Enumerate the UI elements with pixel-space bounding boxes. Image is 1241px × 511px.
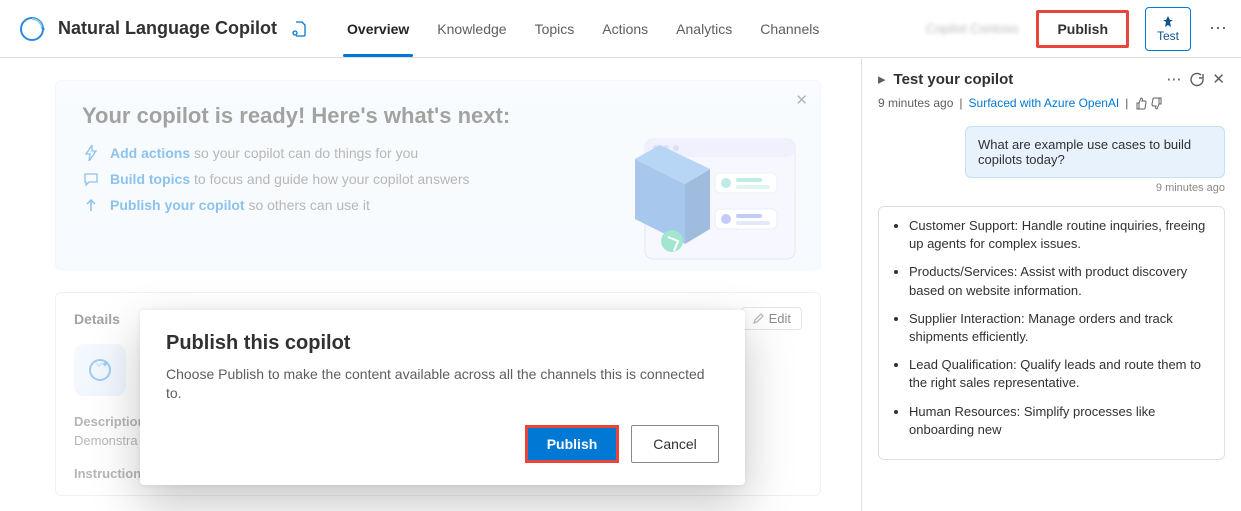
pin-icon bbox=[1161, 15, 1175, 29]
refresh-icon[interactable] bbox=[1189, 72, 1204, 87]
thumbs-up-icon[interactable] bbox=[1134, 97, 1147, 110]
bot-item: Products/Services: Assist with product d… bbox=[909, 263, 1214, 299]
modal-text: Choose Publish to make the content avail… bbox=[166, 365, 719, 403]
thumbs-down-icon[interactable] bbox=[1151, 97, 1164, 110]
test-button-label: Test bbox=[1157, 29, 1179, 43]
app-logo-icon bbox=[18, 15, 46, 43]
publish-button[interactable]: Publish bbox=[1036, 10, 1129, 48]
tab-overview[interactable]: Overview bbox=[333, 0, 423, 57]
tab-knowledge[interactable]: Knowledge bbox=[423, 0, 520, 57]
test-panel: ▸ Test your copilot ⋯ ✕ 9 minutes ago | … bbox=[861, 58, 1241, 511]
modal-cancel-button[interactable]: Cancel bbox=[631, 425, 719, 463]
share-icon[interactable] bbox=[291, 21, 307, 37]
caret-right-icon[interactable]: ▸ bbox=[878, 70, 886, 88]
bot-item: Customer Support: Handle routine inquiri… bbox=[909, 217, 1214, 253]
user-message: What are example use cases to build copi… bbox=[965, 126, 1225, 178]
publish-highlight: Publish bbox=[525, 425, 619, 463]
bot-message: Customer Support: Handle routine inquiri… bbox=[878, 206, 1225, 460]
tab-actions[interactable]: Actions bbox=[588, 0, 662, 57]
modal-publish-button[interactable]: Publish bbox=[528, 428, 616, 460]
app-title: Natural Language Copilot bbox=[58, 18, 277, 39]
bot-item: Human Resources: Simplify processes like… bbox=[909, 403, 1214, 439]
more-icon[interactable]: ⋯ bbox=[1166, 70, 1181, 88]
reply-timestamp: 9 minutes ago bbox=[878, 182, 1225, 194]
source-link[interactable]: Surfaced with Azure OpenAI bbox=[969, 96, 1120, 110]
message-meta: 9 minutes ago | Surfaced with Azure Open… bbox=[878, 96, 1225, 110]
test-panel-title: Test your copilot bbox=[894, 71, 1159, 88]
environment-label: Copilot Contoso bbox=[926, 21, 1019, 36]
nav-tabs: Overview Knowledge Topics Actions Analyt… bbox=[333, 0, 833, 57]
overflow-icon[interactable]: ⋯ bbox=[1209, 18, 1227, 39]
tab-topics[interactable]: Topics bbox=[521, 0, 589, 57]
tab-analytics[interactable]: Analytics bbox=[662, 0, 746, 57]
test-button[interactable]: Test bbox=[1145, 7, 1191, 51]
publish-modal: Publish this copilot Choose Publish to m… bbox=[140, 310, 745, 485]
tab-channels[interactable]: Channels bbox=[746, 0, 833, 57]
top-bar: Natural Language Copilot Overview Knowle… bbox=[0, 0, 1241, 58]
bot-item: Supplier Interaction: Manage orders and … bbox=[909, 310, 1214, 346]
modal-title: Publish this copilot bbox=[166, 332, 719, 355]
bot-item: Lead Qualification: Qualify leads and ro… bbox=[909, 356, 1214, 392]
close-icon[interactable]: ✕ bbox=[1212, 70, 1225, 88]
